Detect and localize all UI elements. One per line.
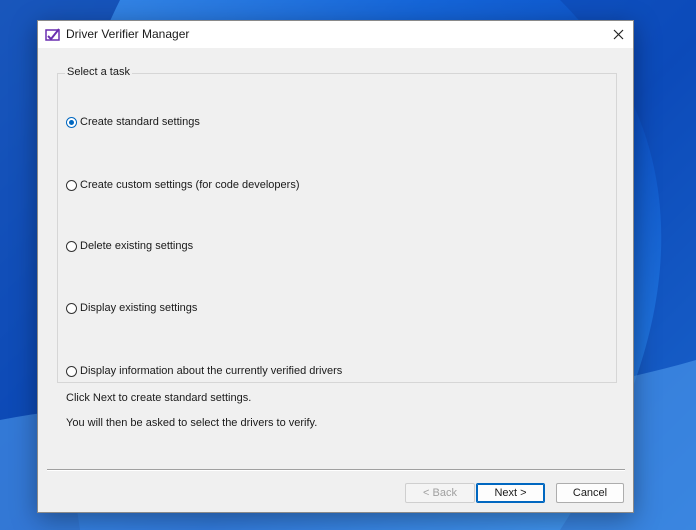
option-create-standard[interactable]: Create standard settings	[66, 116, 200, 128]
radio-button[interactable]	[66, 179, 77, 191]
close-icon	[613, 29, 623, 40]
back-button[interactable]: < Back	[405, 483, 475, 503]
separator	[47, 469, 625, 471]
info-text-line1: Click Next to create standard settings.	[66, 392, 252, 404]
driver-verifier-app-icon	[45, 27, 61, 43]
driver-verifier-dialog: Driver Verifier Manager Select a task Cr…	[37, 20, 634, 513]
radio-button-checked[interactable]	[66, 116, 77, 128]
window-title: Driver Verifier Manager	[66, 27, 190, 41]
info-text-line2: You will then be asked to select the dri…	[66, 417, 318, 429]
next-button[interactable]: Next >	[476, 483, 545, 503]
option-label: Display information about the currently …	[80, 365, 343, 377]
radio-button[interactable]	[66, 240, 77, 252]
option-label: Create standard settings	[80, 116, 200, 128]
option-delete-existing[interactable]: Delete existing settings	[66, 240, 193, 252]
option-display-existing[interactable]: Display existing settings	[66, 302, 197, 314]
title-bar: Driver Verifier Manager	[38, 21, 633, 48]
radio-button[interactable]	[66, 365, 77, 377]
option-create-custom[interactable]: Create custom settings (for code develop…	[66, 179, 300, 191]
option-label: Display existing settings	[80, 302, 198, 314]
cancel-button[interactable]: Cancel	[556, 483, 624, 503]
groupbox-label: Select a task	[65, 66, 132, 78]
option-label: Delete existing settings	[80, 240, 194, 252]
radio-button[interactable]	[66, 302, 77, 314]
close-button[interactable]	[603, 21, 633, 48]
option-label: Create custom settings (for code develop…	[80, 179, 300, 191]
option-display-verified-info[interactable]: Display information about the currently …	[66, 365, 342, 377]
task-groupbox: Select a task Create standard settings C…	[57, 66, 617, 383]
